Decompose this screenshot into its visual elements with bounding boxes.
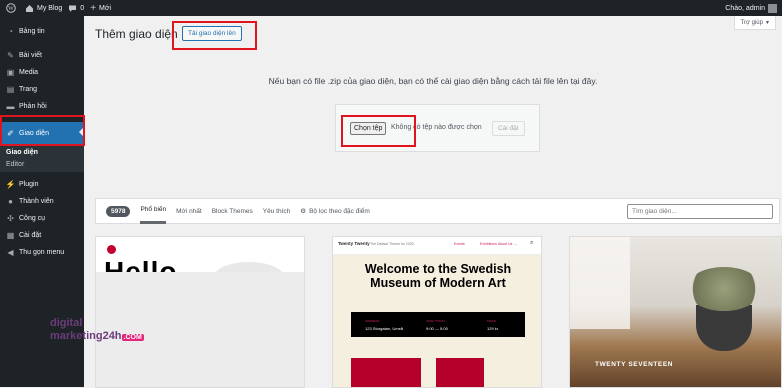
submenu-editor[interactable]: Editor <box>0 158 84 170</box>
tab-popular[interactable]: Phổ biến <box>140 198 167 224</box>
menu-label: Cài đặt <box>19 232 42 239</box>
watermark-com: .COM <box>121 334 144 341</box>
plant-leaves <box>686 267 762 311</box>
nav-item: About Us <box>498 242 513 246</box>
svg-text:W: W <box>8 6 14 12</box>
site-name-link[interactable]: My Blog <box>25 0 62 16</box>
info-label: PRICE <box>487 319 497 323</box>
theme-card-hello[interactable]: Hello <box>95 236 305 388</box>
plugin-icon: ⚡ <box>5 180 16 189</box>
info-value: 123 Storgatan, Umeå <box>365 326 404 331</box>
new-content-link[interactable]: + Mới <box>90 0 111 16</box>
plus-icon: + <box>90 2 97 14</box>
menu-settings[interactable]: ▦ Cài đặt <box>0 227 84 244</box>
plant-pot <box>696 305 752 351</box>
info-label: OPEN TODAY <box>426 319 446 323</box>
watermark: digital marketing24h .COM <box>50 317 144 344</box>
tools-icon: ✣ <box>7 214 14 223</box>
feature-filter-label: Bộ lọc theo đặc điểm <box>309 207 370 215</box>
highlight-appearance <box>0 115 85 146</box>
theme-card-twenty-seventeen[interactable]: TWENTY SEVENTEEN <box>569 236 782 388</box>
comment-count: 0 <box>80 4 85 12</box>
page-title: Thêm giao diện <box>95 27 178 41</box>
info-bar: ADDRESS 123 Storgatan, Umeå OPEN TODAY 9… <box>351 312 525 337</box>
help-tab[interactable]: Trợ giúp ▾ <box>733 16 776 30</box>
menu-label: Bảng tin <box>19 28 45 35</box>
nav-item: ... <box>514 241 518 246</box>
tab-block-themes[interactable]: Block Themes <box>212 198 253 224</box>
appearance-submenu: Giao diện Editor <box>0 144 84 172</box>
submenu-themes[interactable]: Giao diện <box>0 146 84 158</box>
dashboard-icon: ◔ <box>8 27 13 36</box>
search-icon: ⌕ <box>530 240 534 246</box>
greeting: Chào, admin <box>725 4 765 12</box>
highlight-upload-button <box>172 21 257 50</box>
pin-icon: ✎ <box>7 51 14 60</box>
menu-label: Thành viên <box>19 198 54 205</box>
theme-brand: Twenty Twenty <box>338 241 370 246</box>
users-icon: ● <box>8 197 13 206</box>
feature-filter-button[interactable]: ⚙ Bộ lọc theo đặc điểm <box>300 198 370 224</box>
gear-icon: ⚙ <box>300 208 307 215</box>
hero-headline: Welcome to the Swedish Museum of Modern … <box>364 262 512 290</box>
comments-link[interactable]: 0 <box>68 0 84 16</box>
theme-logo-icon <box>107 245 116 254</box>
nav-item: Events <box>454 242 465 246</box>
theme-search-input[interactable] <box>627 204 773 219</box>
watermark-line1: digital <box>50 317 83 329</box>
menu-comments[interactable]: ▬ Phản hồi <box>0 97 84 116</box>
menu-collapse[interactable]: ◀ Thu gọn menu <box>0 244 84 261</box>
theme-card-twenty-twenty[interactable]: Twenty Twenty The Default Theme for 2020… <box>332 236 542 388</box>
menu-label: Media <box>19 69 39 76</box>
tab-latest[interactable]: Mới nhất <box>176 198 202 224</box>
menu-dashboard[interactable]: ◔ Bảng tin <box>0 22 84 41</box>
menu-label: Bài viết <box>19 52 42 59</box>
upload-help-text: Nếu bạn có file .zip của giao diện, bạn … <box>268 76 598 86</box>
menu-tools[interactable]: ✣ Công cụ <box>0 210 84 227</box>
wordpress-logo-icon[interactable]: W <box>6 0 19 16</box>
menu-label: Trang <box>19 86 38 93</box>
settings-icon: ▦ <box>6 231 15 240</box>
theme-tagline: The Default Theme for 2020 <box>370 242 414 246</box>
info-value: 9:00 — 5:00 <box>426 326 448 331</box>
window-light <box>570 237 630 329</box>
home-icon <box>26 4 33 12</box>
hero-text: Hello <box>104 257 178 273</box>
nav-item: Exhibitions <box>480 242 497 246</box>
chevron-down-icon: ▾ <box>765 20 769 26</box>
theme-title-overlay: TWENTY SEVENTEEN <box>595 361 674 368</box>
avatar <box>768 3 777 13</box>
comment-bubble-icon <box>69 5 77 12</box>
comment-icon: ▬ <box>6 102 15 111</box>
tab-favorites[interactable]: Yêu thích <box>263 198 290 224</box>
collapse-icon: ◀ <box>7 248 14 257</box>
account-menu[interactable]: Chào, admin <box>725 3 777 13</box>
menu-label: Phản hồi <box>19 103 47 110</box>
site-name: My Blog <box>37 4 63 12</box>
main-content: Thêm giao diện Tải giao diện lên Trợ giú… <box>84 16 782 388</box>
menu-label: Plugin <box>19 181 39 188</box>
theme-header: Twenty Twenty The Default Theme for 2020… <box>333 237 541 255</box>
theme-filter-bar: 5978 Phổ biến Mới nhất Block Themes Yêu … <box>95 198 780 224</box>
help-label: Trợ giúp <box>740 19 763 26</box>
menu-label: Công cụ <box>19 215 46 222</box>
watermark-line2: marketing24h <box>50 330 122 342</box>
new-label: Mới <box>99 4 112 12</box>
menu-plugins[interactable]: ⚡ Plugin <box>0 176 84 193</box>
theme-count-badge: 5978 <box>106 205 131 217</box>
menu-label: Thu gọn menu <box>19 249 65 256</box>
info-value: 129 kr <box>487 326 499 331</box>
hero-image-strip <box>351 358 421 387</box>
menu-users[interactable]: ● Thành viên <box>0 193 84 210</box>
install-button[interactable]: Cài đặt <box>492 121 525 136</box>
admin-bar: W My Blog 0 + Mới Chào, admin <box>0 0 782 16</box>
info-label: ADDRESS <box>365 319 380 323</box>
page-icon: ▤ <box>6 85 15 94</box>
highlight-choose-file <box>341 115 416 147</box>
media-icon: ▣ <box>6 68 15 77</box>
hero-image-strip <box>436 358 484 387</box>
